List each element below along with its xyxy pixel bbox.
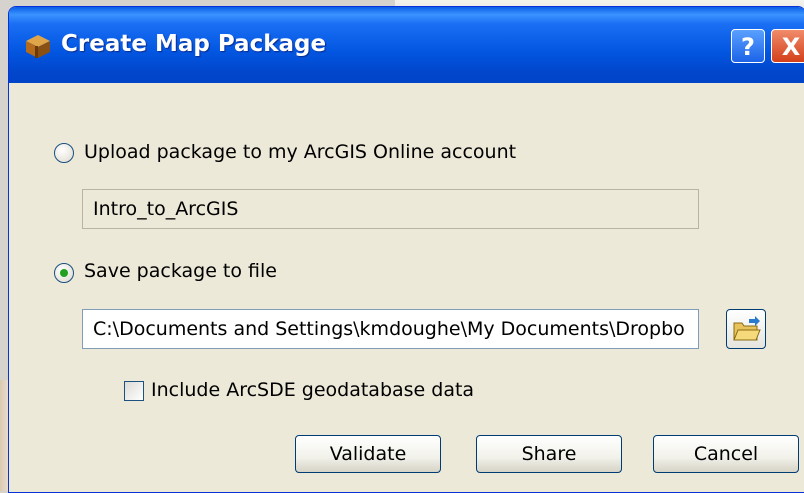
include-sde-label[interactable]: Include ArcSDE geodatabase data	[151, 379, 474, 401]
upload-online-label[interactable]: Upload package to my ArcGIS Online accou…	[84, 141, 516, 163]
close-button[interactable]: X	[771, 29, 804, 63]
save-to-file-radio[interactable]	[54, 263, 74, 283]
browse-button[interactable]	[726, 309, 766, 349]
validate-button[interactable]: Validate	[295, 435, 441, 473]
title-bar[interactable]: Create Map Package ? X	[9, 7, 804, 83]
window-title: Create Map Package	[61, 31, 327, 57]
file-path-field[interactable]: C:\Documents and Settings\kmdoughe\My Do…	[82, 309, 699, 349]
include-sde-checkbox[interactable]	[124, 381, 144, 401]
package-name-field[interactable]: Intro_to_ArcGIS	[82, 189, 699, 229]
save-to-file-label[interactable]: Save package to file	[84, 260, 277, 282]
help-button[interactable]: ?	[731, 29, 765, 63]
package-icon	[26, 35, 50, 58]
cancel-button[interactable]: Cancel	[653, 435, 799, 473]
create-map-package-dialog: Create Map Package ? X Upload package to…	[8, 6, 804, 493]
upload-online-radio[interactable]	[54, 143, 74, 163]
open-folder-icon	[733, 316, 761, 341]
share-button[interactable]: Share	[476, 435, 622, 473]
